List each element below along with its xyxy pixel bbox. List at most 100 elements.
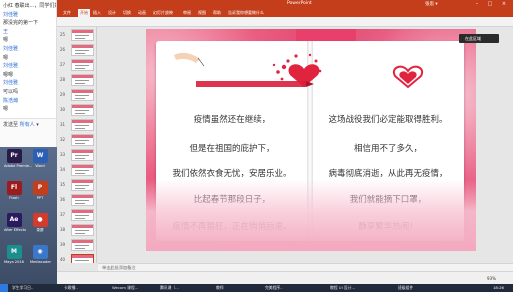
slide-thumbnail[interactable] xyxy=(71,89,94,101)
shortcut-label: Flash xyxy=(9,196,19,200)
slide-number: 39 xyxy=(60,242,66,247)
slide[interactable]: 疫情虽然还在继续，但是在祖国的庇护下，我们依然衣食无忧，安居乐业。比起春节那段日… xyxy=(146,29,476,251)
ribbon-tabs: 文件 开始 插入 设计 切换 动画 幻灯片放映 审阅 视图 帮助 告诉我你想要做什么 xyxy=(57,8,513,17)
close-icon[interactable]: × xyxy=(499,0,509,8)
slide-number: 35 xyxy=(60,182,66,187)
slide-thumbnails: 25 26 27 28 29 30 31 32 33 34 35 36 37 38 39 40 xyxy=(57,27,97,263)
slide-thumbnail[interactable] xyxy=(71,29,94,41)
blossom-bottom xyxy=(146,179,476,251)
app-icon: Fl xyxy=(6,181,22,195)
desktop-shortcut[interactable]: P PPT xyxy=(30,181,50,200)
slide-thumbnail[interactable] xyxy=(71,164,94,176)
minimize-icon[interactable]: – xyxy=(472,0,482,8)
chat-input[interactable]: 发送至 所有人 ▾ xyxy=(0,118,56,147)
chat-message: 小红 春联出...，同学们好好 xyxy=(3,3,56,9)
chat-panel: 小红 春联出...，同学们好好刘佳雅那没完的第一下王嗯刘佳雅嗯刘佳雅嗯嗯刘佳雅可… xyxy=(0,0,57,147)
ribbon-tab[interactable]: 幻灯片放映 xyxy=(153,10,173,16)
ribbon-tab[interactable]: 插入 xyxy=(93,10,101,16)
verse-line: 我们依然衣食无忧，安居乐业。 xyxy=(172,169,292,179)
notes-pane[interactable]: 单击此处添加备注 xyxy=(98,263,513,271)
desktop-shortcut[interactable]: W Word xyxy=(30,149,50,168)
slide-thumbnail[interactable] xyxy=(71,59,94,71)
ribbon-tab[interactable]: 动画 xyxy=(138,10,146,16)
shortcut-label: Maya 2016 xyxy=(4,260,24,264)
taskbar-item[interactable]: 教程 UI 设计... xyxy=(330,285,355,291)
slide-thumbnail[interactable] xyxy=(71,239,94,251)
desktop-shortcut[interactable]: Pr Adobe Premie... xyxy=(4,149,33,168)
heart-balloon-decoration xyxy=(174,52,424,89)
chat-sender[interactable]: 刘佳雅 xyxy=(3,46,18,52)
desktop-shortcut[interactable]: ● 录屏 xyxy=(30,213,50,232)
hand-icon xyxy=(174,52,205,67)
slide-thumbnail[interactable] xyxy=(71,119,94,131)
start-icon[interactable] xyxy=(0,284,8,292)
ribbon-tab[interactable]: 审阅 xyxy=(183,10,191,16)
taskbar-item[interactable]: 卡歌播.. xyxy=(64,285,78,291)
verse-line: 疫情虽然还在继续， xyxy=(193,115,271,125)
floating-region-button[interactable]: 在此区域 xyxy=(459,34,499,43)
ribbon xyxy=(57,17,513,27)
slide-thumbnail[interactable] xyxy=(71,254,94,263)
send-to-all[interactable]: 所有人 xyxy=(20,122,35,128)
slide-number: 33 xyxy=(60,152,66,157)
chat-sender[interactable]: 刘佳雅 xyxy=(3,12,18,18)
verse-line: 这场战役我们必定能取得胜利。 xyxy=(328,115,448,125)
slide-thumbnail[interactable] xyxy=(71,224,94,236)
slide-thumbnail[interactable] xyxy=(71,179,94,191)
verse-line: 病毒彻底消逝，从此再无疫情， xyxy=(328,169,448,179)
taskbar-item[interactable]: 腾讯课（... xyxy=(160,285,179,291)
zoom-level[interactable]: 93% xyxy=(487,276,496,281)
chat-sender[interactable]: 刘佳雅 xyxy=(3,63,18,69)
chat-message: 嗯 xyxy=(3,54,9,61)
chat-message: 嗯 xyxy=(3,37,9,44)
slide-number: 37 xyxy=(60,212,66,217)
chevron-down-icon[interactable]: ▾ xyxy=(36,122,39,128)
ribbon-tab[interactable]: 帮助 xyxy=(213,10,221,16)
chat-send-target[interactable]: 发送至 所有人 ▾ xyxy=(3,121,39,128)
shortcut-label: 录屏 xyxy=(36,228,44,232)
taskbar-item[interactable]: Wecom 课程... xyxy=(112,285,138,291)
desktop-shortcut[interactable]: ◉ Mediacoder xyxy=(30,245,51,264)
slide-thumbnail[interactable] xyxy=(71,194,94,206)
slide-thumbnail[interactable] xyxy=(71,209,94,221)
title-bar: PowerPoint 张思 ▾ – □ × xyxy=(57,0,513,8)
taskbar-item[interactable]: 班级组件 xyxy=(398,285,413,291)
chat-message: 可以吗 xyxy=(3,89,19,95)
slide-number: 30 xyxy=(60,107,66,112)
desktop-shortcut[interactable]: Ae After Effects xyxy=(4,213,26,232)
slide-thumbnail[interactable] xyxy=(71,44,94,56)
desktop-shortcut[interactable]: Fl Flash xyxy=(4,181,24,200)
chat-message: 那没完的第一下 xyxy=(3,20,39,27)
ribbon-tab[interactable]: 文件 xyxy=(63,10,71,16)
taskbar-item[interactable]: 完美程序.. xyxy=(265,285,283,291)
user-account[interactable]: 张思 ▾ xyxy=(425,1,438,7)
slide-thumbnail[interactable] xyxy=(71,149,94,161)
chat-sender[interactable]: 刘佳雅 xyxy=(3,80,18,86)
window-title: PowerPoint xyxy=(287,1,312,6)
slide-number: 27 xyxy=(60,62,66,67)
taskbar-item[interactable]: 学生学习日.. xyxy=(12,285,33,291)
ribbon-tab[interactable]: 设计 xyxy=(108,10,116,16)
app-icon: Ae xyxy=(6,213,22,227)
desktop-shortcut[interactable]: M Maya 2016 xyxy=(4,245,24,264)
shortcut-label: Mediacoder xyxy=(30,260,51,264)
send-to-label: 发送至 xyxy=(3,122,19,128)
ribbon-tab[interactable]: 开始 xyxy=(78,9,90,17)
ribbon-tab[interactable]: 视图 xyxy=(198,10,206,16)
app-icon: W xyxy=(32,149,48,163)
slide-thumbnail[interactable] xyxy=(71,74,94,86)
slide-thumbnail[interactable] xyxy=(71,104,94,116)
chat-message: 嗯嗯 xyxy=(3,71,14,78)
app-icon: P xyxy=(32,181,48,195)
maximize-icon[interactable]: □ xyxy=(485,0,495,8)
slide-number: 25 xyxy=(60,32,66,37)
taskbar-item[interactable]: 教师 xyxy=(216,285,224,291)
clock: 18:26 xyxy=(493,285,504,290)
shortcut-label: Adobe Premie... xyxy=(4,164,33,168)
ribbon-tab[interactable]: 告诉我你想要做什么 xyxy=(228,10,264,16)
ribbon-tab[interactable]: 切换 xyxy=(123,10,131,16)
chat-sender[interactable]: 王 xyxy=(3,29,8,35)
slide-number: 34 xyxy=(60,167,66,172)
chat-sender[interactable]: 陈浩瀚 xyxy=(3,98,18,104)
slide-thumbnail[interactable] xyxy=(71,134,94,146)
